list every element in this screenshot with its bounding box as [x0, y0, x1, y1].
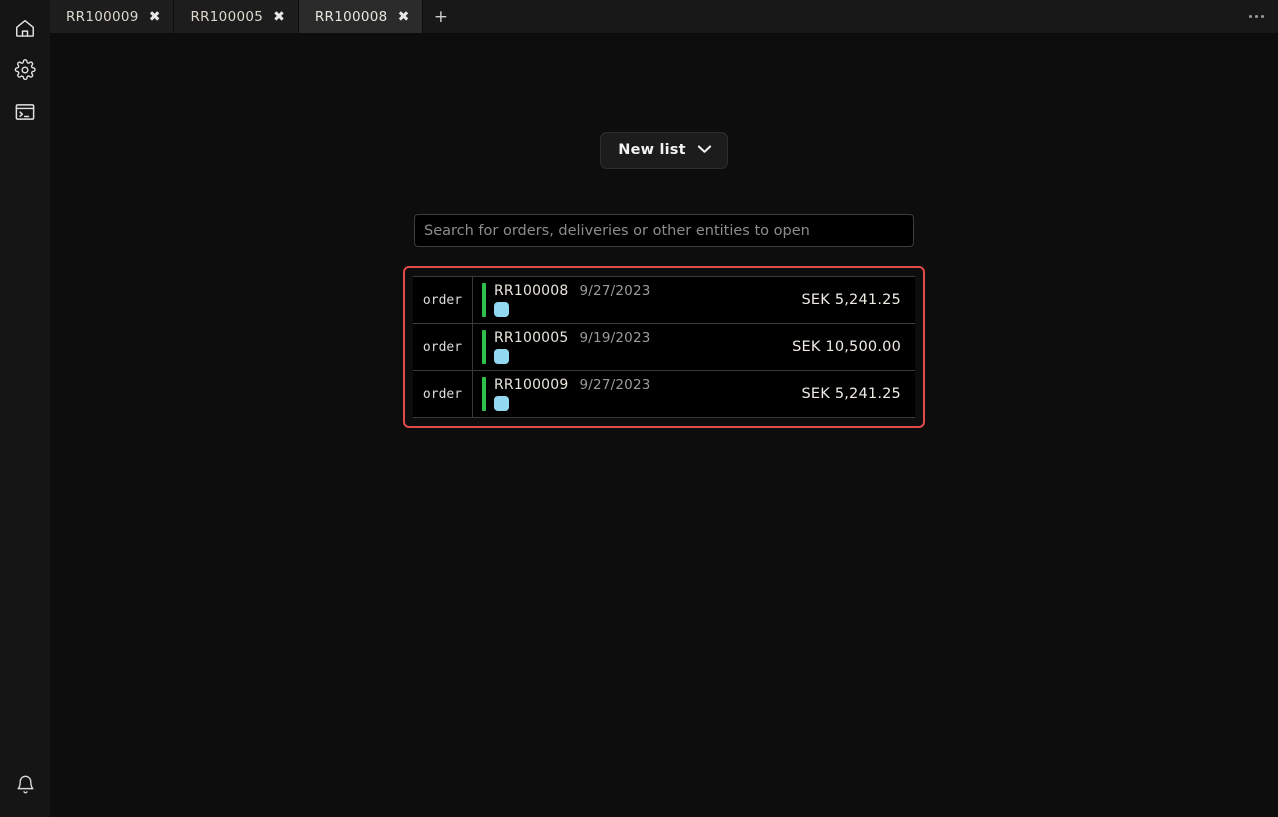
- table-row[interactable]: order RR100008 9/27/2023 SEK 5,241.25: [413, 277, 915, 324]
- table-row[interactable]: order RR100005 9/19/2023 SEK 10,500.00: [413, 324, 915, 371]
- main-content: New list order RR100008: [50, 33, 1278, 817]
- entity-date: 9/27/2023: [580, 283, 651, 299]
- entity-summary: RR100009 9/27/2023: [473, 371, 802, 417]
- new-list-label: New list: [618, 142, 686, 158]
- overflow-menu-button[interactable]: [1234, 0, 1278, 33]
- entity-type: order: [413, 371, 473, 417]
- entity-id: RR100008: [494, 283, 569, 299]
- entity-amount: SEK 10,500.00: [792, 324, 915, 370]
- sidebar-item-settings[interactable]: [0, 49, 50, 91]
- close-icon[interactable]: ✖: [149, 10, 161, 24]
- tab-label: RR100009: [66, 9, 139, 25]
- status-indicator: [482, 283, 486, 317]
- entity-amount: SEK 5,241.25: [802, 277, 915, 323]
- entity-type: order: [413, 277, 473, 323]
- sidebar-item-console[interactable]: [0, 91, 50, 133]
- search-results-panel: order RR100008 9/27/2023 SEK 5,241.25: [403, 266, 925, 428]
- search-input[interactable]: [414, 214, 914, 247]
- tab-strip: RR100009 ✖ RR100005 ✖ RR100008 ✖ +: [50, 0, 458, 33]
- ellipsis-icon: [1249, 15, 1264, 18]
- terminal-icon: [14, 101, 36, 123]
- search-results-list: order RR100008 9/27/2023 SEK 5,241.25: [413, 276, 915, 418]
- status-badge: [494, 396, 509, 411]
- chevron-down-icon: [697, 141, 712, 159]
- entity-headline: RR100008 9/27/2023: [494, 283, 651, 299]
- entity-id: RR100009: [494, 377, 569, 393]
- sidebar-item-notifications[interactable]: [0, 763, 50, 805]
- tab-rr100005[interactable]: RR100005 ✖: [174, 0, 298, 33]
- entity-date: 9/27/2023: [580, 377, 651, 393]
- close-icon[interactable]: ✖: [273, 10, 285, 24]
- entity-id: RR100005: [494, 330, 569, 346]
- sidebar-item-home[interactable]: [0, 7, 50, 49]
- sidebar: [0, 0, 50, 817]
- tab-label: RR100008: [315, 9, 388, 25]
- bell-icon: [15, 774, 36, 795]
- status-badge: [494, 349, 509, 364]
- close-icon[interactable]: ✖: [398, 10, 410, 24]
- search-area: [50, 214, 1278, 247]
- entity-lines: RR100009 9/27/2023: [494, 377, 651, 411]
- entity-headline: RR100009 9/27/2023: [494, 377, 651, 393]
- entity-amount: SEK 5,241.25: [802, 371, 915, 417]
- new-list-button[interactable]: New list: [600, 132, 728, 169]
- entity-lines: RR100008 9/27/2023: [494, 283, 651, 317]
- home-icon: [14, 17, 36, 39]
- entity-summary: RR100008 9/27/2023: [473, 277, 802, 323]
- entity-lines: RR100005 9/19/2023: [494, 330, 651, 364]
- table-row[interactable]: order RR100009 9/27/2023 SEK 5,241.25: [413, 371, 915, 418]
- new-tab-button[interactable]: +: [423, 0, 458, 33]
- toolbar: New list: [50, 132, 1278, 169]
- status-badge: [494, 302, 509, 317]
- search-results-area: order RR100008 9/27/2023 SEK 5,241.25: [50, 266, 1278, 428]
- entity-type: order: [413, 324, 473, 370]
- entity-summary: RR100005 9/19/2023: [473, 324, 792, 370]
- entity-headline: RR100005 9/19/2023: [494, 330, 651, 346]
- tab-rr100009[interactable]: RR100009 ✖: [50, 0, 174, 33]
- status-indicator: [482, 330, 486, 364]
- status-indicator: [482, 377, 486, 411]
- tab-label: RR100005: [190, 9, 263, 25]
- tab-bar: RR100009 ✖ RR100005 ✖ RR100008 ✖ +: [0, 0, 1278, 33]
- entity-date: 9/19/2023: [580, 330, 651, 346]
- tab-rr100008[interactable]: RR100008 ✖: [299, 0, 423, 33]
- gear-icon: [14, 59, 36, 81]
